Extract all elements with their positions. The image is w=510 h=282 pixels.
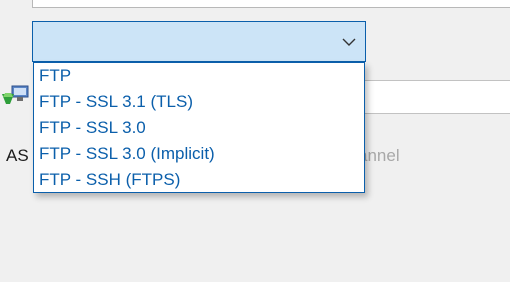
option-ftp-ssh-ftps[interactable]: FTP - SSH (FTPS) xyxy=(34,167,364,193)
option-ftp[interactable]: FTP xyxy=(34,63,364,89)
chevron-down-icon[interactable] xyxy=(341,34,357,48)
background-label: AS xyxy=(6,146,29,165)
top-text-field[interactable] xyxy=(32,0,510,8)
protocol-select[interactable] xyxy=(32,21,366,62)
network-connection-icon xyxy=(0,84,30,110)
option-ftp-ssl-3-0-implicit[interactable]: FTP - SSL 3.0 (Implicit) xyxy=(34,141,364,167)
protocol-dropdown-list: FTP FTP - SSL 3.1 (TLS) FTP - SSL 3.0 FT… xyxy=(33,62,365,193)
option-ftp-ssl-3-1-tls[interactable]: FTP - SSL 3.1 (TLS) xyxy=(34,89,364,115)
option-ftp-ssl-3-0[interactable]: FTP - SSL 3.0 xyxy=(34,115,364,141)
background-input[interactable] xyxy=(362,80,510,114)
